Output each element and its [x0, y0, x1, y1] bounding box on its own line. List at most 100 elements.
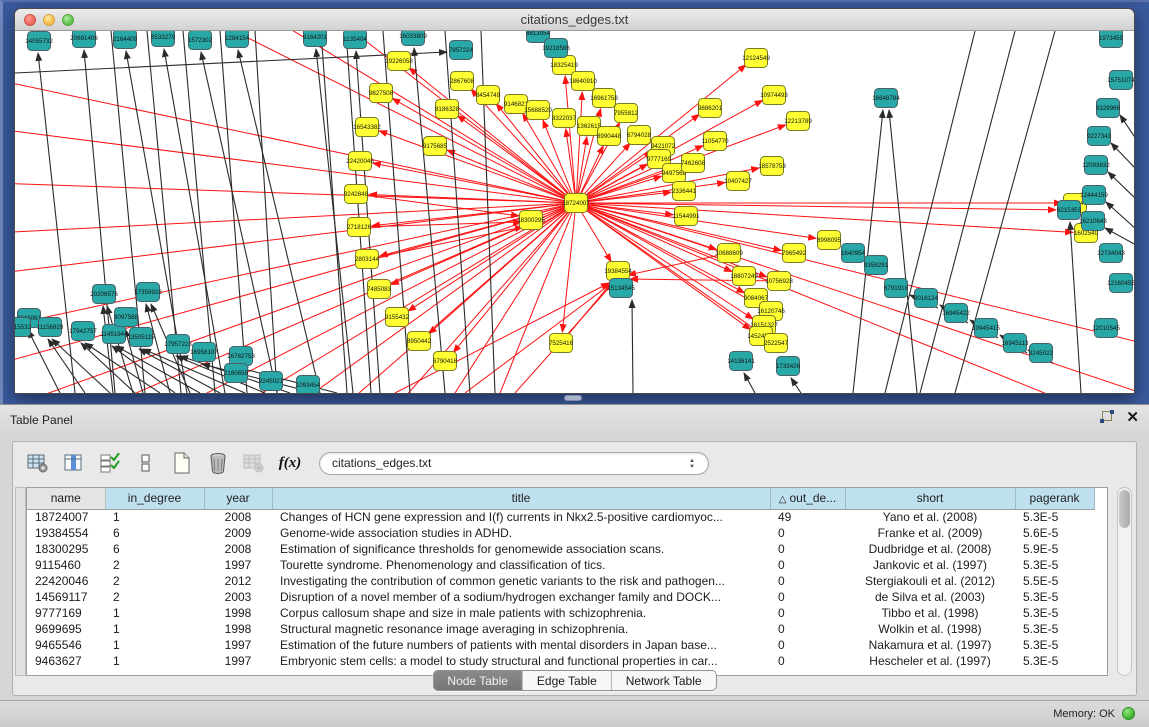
cell-name[interactable]: 9777169 — [27, 605, 105, 621]
function-icon[interactable]: f(x) — [275, 449, 305, 477]
graph-node[interactable]: 8950442 — [407, 332, 432, 351]
cell-short[interactable]: Tibbo et al. (1998) — [845, 605, 1015, 621]
cell-title[interactable]: Estimation of the future numbers of pati… — [272, 637, 770, 653]
cell-short[interactable]: Wolkin et al. (1998) — [845, 621, 1015, 637]
table-row[interactable]: 969969511998Structural magnetic resonanc… — [27, 621, 1094, 637]
cell-out_de[interactable]: 0 — [770, 589, 845, 605]
graph-node[interactable]: 9227343 — [1087, 127, 1112, 146]
table-row[interactable]: 1938455462009Genome-wide association stu… — [27, 525, 1094, 541]
cell-title[interactable]: Disruption of a novel member of a sodium… — [272, 589, 770, 605]
table-row[interactable]: 2242004622012Investigating the contribut… — [27, 573, 1094, 589]
table-row[interactable]: 977716911998Corpus callosum shape and si… — [27, 605, 1094, 621]
float-window-icon[interactable] — [1100, 411, 1114, 425]
cell-year[interactable]: 2008 — [204, 509, 272, 525]
graph-node[interactable]: 17359928 — [134, 283, 162, 302]
graph-node[interactable]: 6790418 — [433, 352, 458, 371]
graph-node[interactable]: 2336441 — [672, 182, 697, 201]
graph-node[interactable]: 16210643 — [1079, 212, 1107, 231]
graph-node[interactable]: 7955812 — [614, 104, 639, 123]
graph-node[interactable]: 2522547 — [764, 334, 789, 353]
graph-node[interactable]: 8998095 — [817, 231, 842, 250]
graph-node[interactable]: 9164201 — [303, 31, 328, 47]
cell-pagerank[interactable]: 5.6E-5 — [1015, 525, 1094, 541]
table-row[interactable]: 946554611997Estimation of the future num… — [27, 637, 1094, 653]
cell-name[interactable]: 19384554 — [27, 525, 105, 541]
column-header-year[interactable]: year — [204, 488, 272, 509]
cell-year[interactable]: 1997 — [204, 653, 272, 669]
graph-node[interactable]: 18578753 — [758, 157, 786, 176]
graph-node[interactable]: 1284154 — [225, 31, 250, 48]
cell-title[interactable]: Embryonic stem cells: a model to study s… — [272, 653, 770, 669]
graph-node[interactable]: 10974493 — [760, 86, 788, 105]
delete-icon[interactable] — [203, 449, 233, 477]
cell-year[interactable]: 2009 — [204, 525, 272, 541]
graph-node[interactable]: 6794028 — [627, 126, 652, 145]
cell-title[interactable]: Changes of HCN gene expression and I(f) … — [272, 509, 770, 525]
cell-name[interactable]: 18724007 — [27, 509, 105, 525]
table-row[interactable]: 1830029562008Estimation of significance … — [27, 541, 1094, 557]
graph-node[interactable]: 11054770 — [701, 132, 729, 151]
cell-in_degree[interactable]: 2 — [105, 573, 204, 589]
graph-node[interactable]: 16033809 — [399, 31, 427, 46]
graph-node[interactable]: 7857224 — [449, 41, 474, 60]
graph-node[interactable]: 15688520 — [524, 101, 552, 120]
cell-out_de[interactable]: 0 — [770, 637, 845, 653]
graph-node[interactable]: 11451944 — [100, 325, 128, 344]
graph-node[interactable]: 8186328 — [435, 100, 460, 119]
graph-node[interactable]: 7965492 — [782, 244, 807, 263]
cell-name[interactable]: 9115460 — [27, 557, 105, 573]
column-header-pagerank[interactable]: pagerank — [1015, 488, 1094, 509]
graph-node[interactable]: 16543382 — [353, 118, 381, 137]
cell-out_de[interactable]: 0 — [770, 653, 845, 669]
column-header-out_de[interactable]: △out_de... — [770, 488, 845, 509]
cell-out_de[interactable]: 0 — [770, 621, 845, 637]
column-header-name[interactable]: name — [27, 488, 105, 509]
graph-node[interactable]: 6791918 — [884, 279, 909, 298]
graph-node[interactable]: 12093832 — [1082, 156, 1110, 175]
cell-in_degree[interactable]: 2 — [105, 589, 204, 605]
graph-node[interactable]: 7485083 — [367, 280, 392, 299]
graph-node[interactable]: 9358291 — [864, 256, 889, 275]
panel-resize-handle[interactable] — [564, 395, 582, 401]
column-header-in_degree[interactable]: in_degree — [105, 488, 204, 509]
cell-in_degree[interactable]: 1 — [105, 653, 204, 669]
graph-node[interactable]: 11156829 — [37, 318, 64, 337]
graph-node[interactable]: 10407427 — [724, 172, 752, 191]
close-icon[interactable]: ✕ — [1126, 411, 1139, 425]
cell-name[interactable]: 14569117 — [27, 589, 105, 605]
cell-pagerank[interactable]: 5.3E-5 — [1015, 589, 1094, 605]
cell-name[interactable]: 9465546 — [27, 637, 105, 653]
cell-out_de[interactable]: 0 — [770, 557, 845, 573]
graph-node[interactable]: 8533279 — [151, 31, 176, 47]
graph-node[interactable]: 9016124 — [914, 289, 939, 308]
graph-node[interactable]: 2160659 — [224, 364, 249, 383]
graph-node[interactable]: 1733426 — [776, 357, 801, 376]
graph-node[interactable]: 2718126 — [347, 218, 372, 237]
cell-pagerank[interactable]: 5.3E-5 — [1015, 605, 1094, 621]
cell-in_degree[interactable]: 1 — [105, 637, 204, 653]
table-row[interactable]: 1456911722003Disruption of a novel membe… — [27, 589, 1094, 605]
cell-title[interactable]: Estimation of significance thresholds fo… — [272, 541, 770, 557]
graph-node[interactable]: 8990448 — [597, 127, 622, 146]
network-window-titlebar[interactable]: citations_edges.txt — [15, 9, 1134, 31]
tab-node-table[interactable]: Node Table — [433, 671, 522, 690]
graph-node[interactable]: 2164409 — [113, 31, 138, 49]
tab-network-table[interactable]: Network Table — [611, 671, 716, 690]
graph-node[interactable]: 1572302 — [188, 31, 213, 50]
cell-in_degree[interactable]: 6 — [105, 541, 204, 557]
graph-node[interactable]: 16961758 — [590, 89, 618, 108]
cell-short[interactable]: Stergiakouli et al. (2012) — [845, 573, 1015, 589]
cell-name[interactable]: 9699695 — [27, 621, 105, 637]
graph-node[interactable]: 1640954 — [841, 244, 866, 263]
graph-node[interactable]: 8215353 — [1057, 201, 1082, 220]
graph-node[interactable]: 10688609 — [715, 244, 743, 263]
graph-node[interactable]: 2867608 — [450, 72, 475, 91]
graph-node[interactable]: 3915532 — [15, 318, 32, 337]
cell-year[interactable]: 2012 — [204, 573, 272, 589]
cell-in_degree[interactable]: 2 — [105, 557, 204, 573]
cell-in_degree[interactable]: 1 — [105, 605, 204, 621]
graph-node[interactable]: 16958107 — [190, 343, 218, 362]
graph-node[interactable]: 7525416 — [549, 334, 574, 353]
cell-short[interactable]: Dudbridge et al. (2008) — [845, 541, 1015, 557]
graph-node[interactable]: 9245021 — [259, 372, 284, 391]
